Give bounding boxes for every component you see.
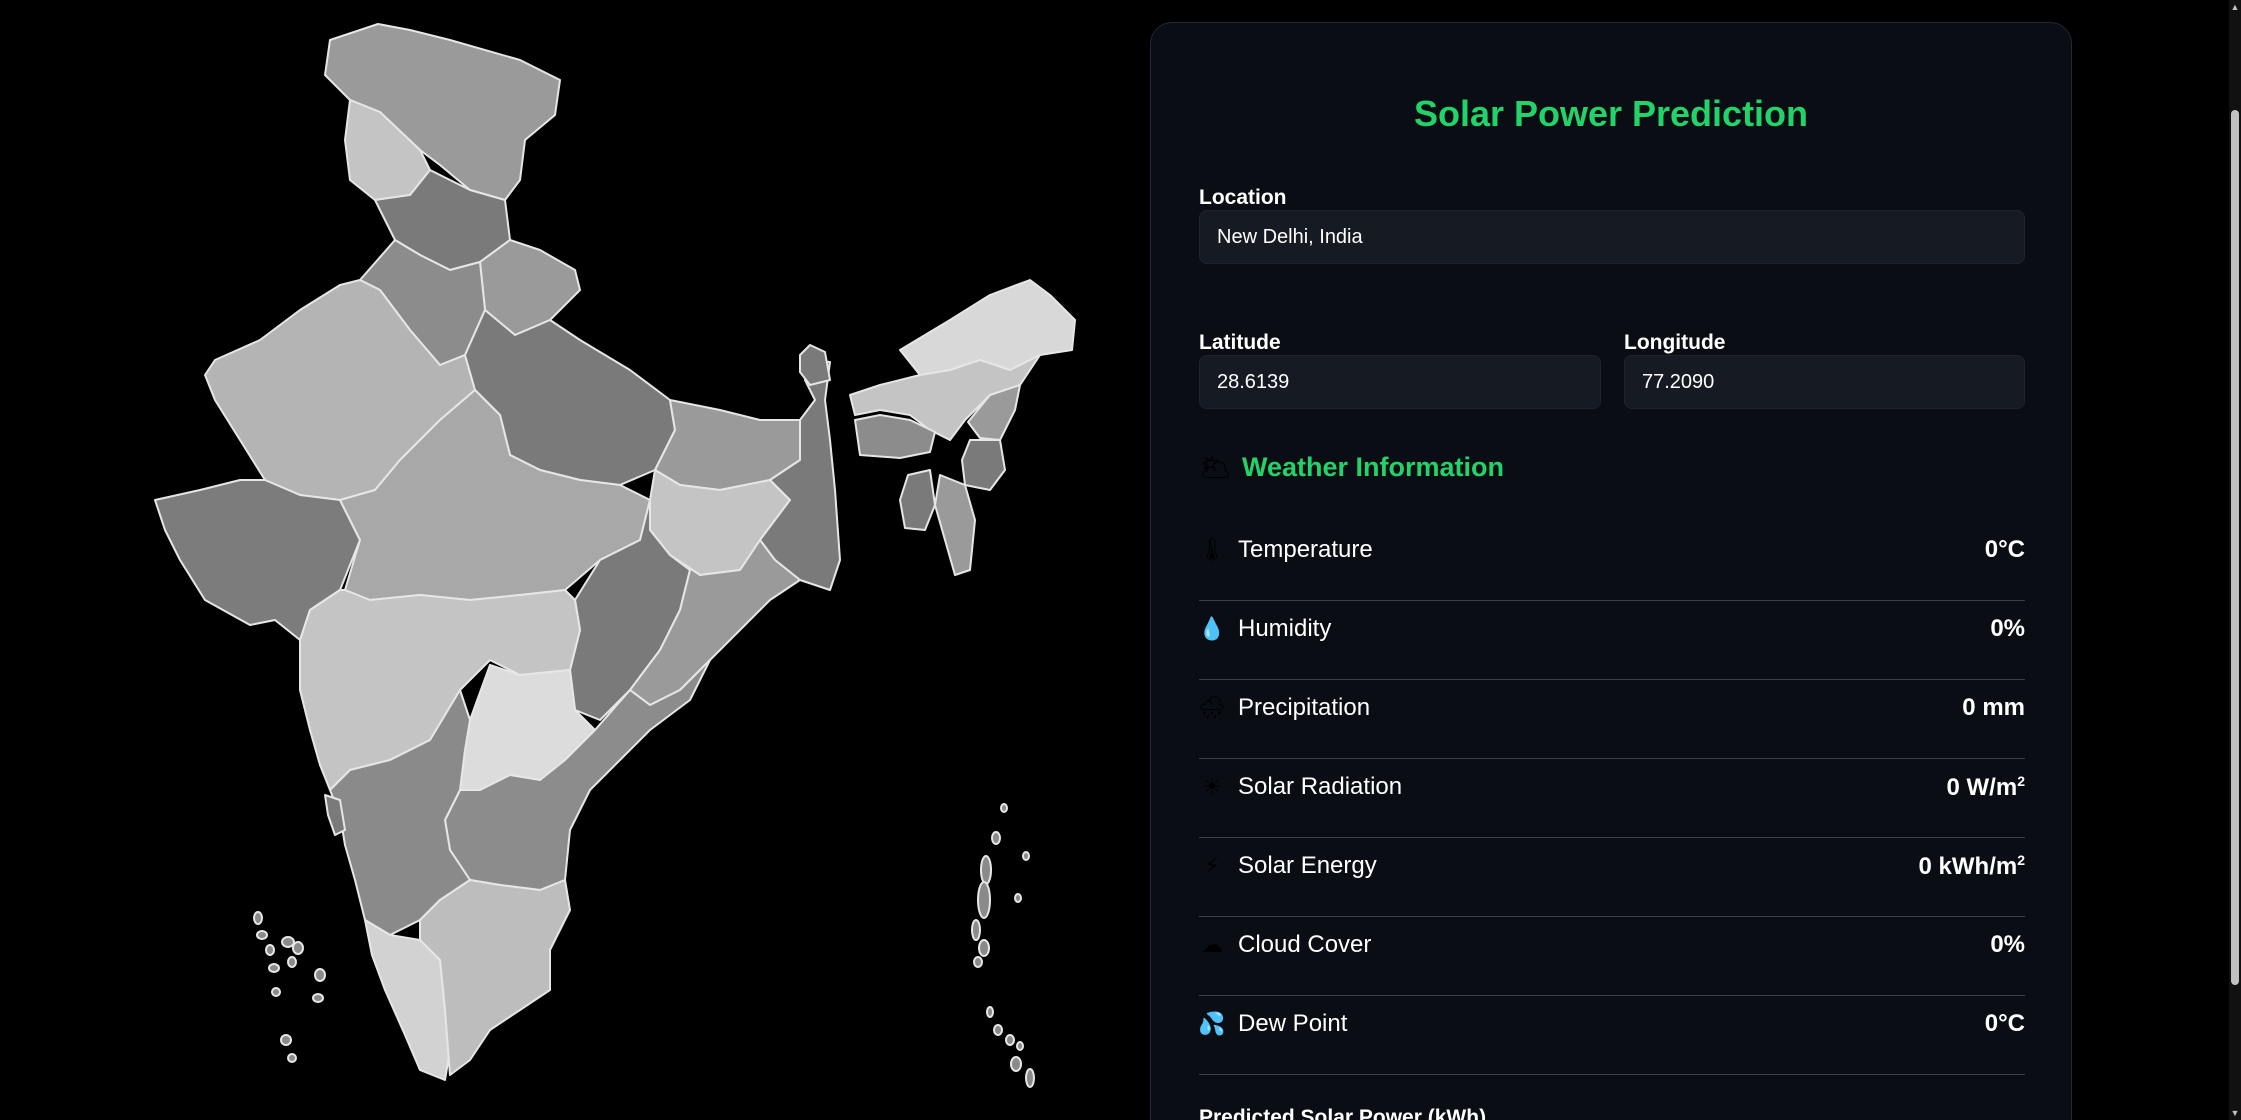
lakshadweep-islands	[253, 911, 326, 1063]
scrollbar-thumb[interactable]	[2231, 110, 2239, 985]
rain-cloud-icon: 🌧	[1198, 695, 1226, 720]
weather-row: ☀ Solar Radiation 0 W/m2	[1199, 760, 2025, 838]
weather-row: ⚡ Solar Energy 0 kWh/m2	[1199, 839, 2025, 917]
state-sikkim[interactable]	[799, 344, 831, 386]
location-label: Location	[1199, 186, 1287, 209]
weather-row-value: 0 kWh/m2	[1919, 852, 2025, 881]
page-title: Solar Power Prediction	[1413, 93, 1809, 134]
scroll-down-icon[interactable]: ▼	[2230, 1108, 2240, 1118]
weather-row-label: Precipitation	[1238, 694, 1371, 721]
weather-row-value: 0%	[1990, 615, 2025, 643]
weather-row-value: 0 W/m2	[1947, 773, 2025, 802]
weather-row-label: Cloud Cover	[1238, 931, 1372, 958]
location-input[interactable]	[1199, 210, 2025, 264]
app-page: Solar Power Prediction Location Latitude…	[0, 0, 2241, 1120]
weather-row-value-text: 0%	[1990, 931, 2025, 958]
scroll-up-icon[interactable]: ▲	[2230, 2, 2240, 12]
weather-row-label: Humidity	[1238, 615, 1332, 642]
weather-row-value: 0%	[1990, 931, 2025, 959]
weather-row-value: 0°C	[1985, 536, 2025, 564]
weather-row-label: Dew Point	[1238, 1010, 1348, 1037]
lightning-icon: ⚡	[1204, 853, 1220, 878]
weather-row-value-text: 0 kWh/m	[1918, 853, 2018, 880]
sweat-droplets-icon: 💦	[1198, 1011, 1226, 1036]
weather-list: 🌡 Temperature 0°C 💧 Humidity 0% 🌧 Precipitation…	[1198, 523, 2025, 1076]
droplet-icon: 💧	[1198, 616, 1226, 641]
weather-row-value: 0°C	[1985, 1010, 2025, 1038]
weather-row-value-exponent: 2	[2017, 852, 2025, 868]
sun-behind-cloud-icon: 🌥	[1199, 452, 1233, 482]
longitude-label: Longitude	[1624, 331, 1726, 354]
latitude-input[interactable]	[1199, 355, 1601, 409]
state-mizoram[interactable]	[934, 474, 976, 576]
weather-heading-text: Weather Information	[1242, 452, 1505, 482]
sun-icon: ☀	[1202, 774, 1222, 799]
weather-row: 🌧 Precipitation 0 mm	[1198, 681, 2025, 759]
predicted-power-label: Predicted Solar Power (kWh)	[1199, 1106, 1487, 1120]
india-map[interactable]	[0, 0, 1120, 1120]
weather-row: 💦 Dew Point 0°C	[1198, 997, 2025, 1075]
prediction-panel: Solar Power Prediction Location Latitude…	[1150, 22, 2072, 1120]
weather-row-value-text: 0 mm	[1962, 694, 2025, 721]
andaman-nicobar-islands	[971, 803, 1035, 1088]
state-manipur[interactable]	[961, 439, 1006, 491]
latitude-label: Latitude	[1199, 331, 1281, 354]
weather-row-value-text: 0°C	[1984, 536, 2025, 563]
weather-row: ☁ Cloud Cover 0%	[1199, 918, 2025, 996]
longitude-input[interactable]	[1624, 355, 2025, 409]
weather-row-label: Solar Radiation	[1238, 773, 1403, 800]
page-scrollbar[interactable]: ▲ ▼	[2229, 0, 2241, 1120]
india-map-svg	[154, 23, 1076, 1088]
weather-row-value-text: 0%	[1990, 615, 2025, 642]
weather-row-label: Solar Energy	[1238, 852, 1377, 879]
weather-row-value: 0 mm	[1962, 694, 2025, 722]
weather-row-label: Temperature	[1238, 536, 1373, 563]
weather-row: 🌡 Temperature 0°C	[1198, 523, 2025, 601]
weather-row-value-text: 0°C	[1984, 1010, 2025, 1037]
weather-row: 💧 Humidity 0%	[1198, 602, 2025, 680]
cloud-icon: ☁	[1201, 932, 1223, 957]
state-tripura[interactable]	[899, 469, 936, 531]
state-arunachal-pradesh[interactable]	[899, 279, 1076, 376]
weather-section-heading: 🌥 Weather Information	[1199, 452, 1504, 483]
weather-row-value-text: 0 W/m	[1946, 774, 2018, 801]
thermometer-icon: 🌡	[1198, 537, 1226, 562]
weather-row-value-exponent: 2	[2017, 773, 2025, 789]
